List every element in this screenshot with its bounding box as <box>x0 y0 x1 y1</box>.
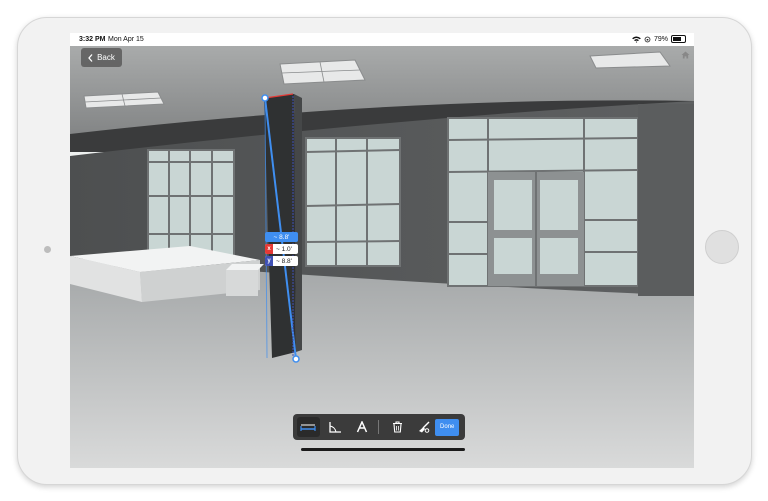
front-camera <box>44 246 51 253</box>
ar-scene <box>70 46 694 468</box>
angle-tool[interactable] <box>324 417 347 437</box>
rotation-lock-icon <box>644 36 651 42</box>
measurement-x-value: ~ 1.0' <box>276 245 292 253</box>
done-button[interactable]: Done <box>435 418 459 436</box>
ruler-icon <box>300 424 316 431</box>
measurement-total-value: ~ 8.8' <box>273 233 290 241</box>
text-a-icon <box>356 421 367 433</box>
chevron-left-icon <box>88 53 93 62</box>
home-icon[interactable] <box>681 51 690 59</box>
status-indicators: 79% <box>632 35 686 43</box>
annotation-tool[interactable] <box>350 417 373 437</box>
back-button-label: Back <box>97 53 115 62</box>
clear-all-tool[interactable] <box>413 417 436 437</box>
measurement-y-value: ~ 8.8' <box>276 257 292 265</box>
status-bar: 3:32 PM Mon Apr 15 79% <box>70 33 694 46</box>
screen: 3:32 PM Mon Apr 15 79% Back ~ 8.8' x ~ 1… <box>70 33 694 468</box>
wifi-icon <box>632 35 641 43</box>
measure-point-top <box>261 94 269 102</box>
trash-icon <box>392 421 402 433</box>
status-time: 3:32 PM <box>79 36 106 43</box>
back-button[interactable]: Back <box>81 48 122 67</box>
battery-icon <box>671 35 686 43</box>
y-axis-tag: y <box>265 256 273 266</box>
wall-panel-right <box>638 104 694 296</box>
measure-toolbar: Done <box>293 414 465 440</box>
status-date: Mon Apr 15 <box>108 36 144 43</box>
window-bank-left <box>147 149 235 261</box>
x-axis-tag: x <box>265 244 273 254</box>
hardware-home-button[interactable] <box>705 230 739 264</box>
distance-tool[interactable] <box>297 417 320 437</box>
window-bank-middle <box>305 137 401 267</box>
delete-tool[interactable] <box>386 417 409 437</box>
measure-point-bottom <box>292 355 300 363</box>
broom-icon <box>419 421 430 433</box>
home-indicator[interactable] <box>301 448 465 451</box>
measurement-total-label[interactable]: ~ 8.8' <box>265 232 298 242</box>
toolbar-divider <box>378 420 379 434</box>
double-door <box>488 172 584 286</box>
battery-percent: 79% <box>653 35 668 43</box>
measurement-y-label: y ~ 8.8' <box>265 256 298 266</box>
angle-icon <box>329 422 342 433</box>
measurement-x-label: x ~ 1.0' <box>265 244 298 254</box>
